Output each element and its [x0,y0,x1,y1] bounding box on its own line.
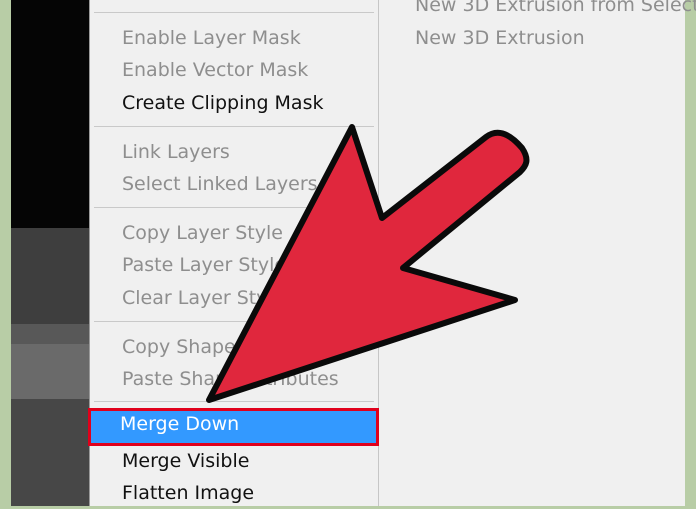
menu-item-merge-down[interactable]: Merge Down [88,408,379,446]
submenu-item-new-3d-extrusion-from-selection: New 3D Extrusion from Selecte [415,0,696,16]
layers-panel-strip [11,324,91,344]
menu-item-enable-vector-mask[interactable]: Enable Vector Mask [90,54,378,86]
menu-item-copy-layer-style[interactable]: Copy Layer Style [90,217,378,249]
menu-item-select-linked-layers[interactable]: Select Linked Layers [90,168,378,200]
menu-separator [94,12,374,13]
menu-item-link-layers[interactable]: Link Layers [90,136,378,168]
menu-item-paste-shape-attributes[interactable]: Paste Shape Attributes [90,363,378,395]
canvas-dark-area [11,0,91,228]
menu-item-merge-visible[interactable]: Merge Visible [90,445,378,477]
layer-context-menu: Enable Layer Mask Enable Vector Mask Cre… [88,0,379,509]
menu-item-enable-layer-mask[interactable]: Enable Layer Mask [90,22,378,54]
menu-separator [94,126,374,127]
menu-item-paste-layer-style[interactable]: Paste Layer Style [90,249,378,281]
menu-item-create-clipping-mask[interactable]: Create Clipping Mask [90,87,378,119]
menu-item-clear-layer-style[interactable]: Clear Layer Style [90,282,378,314]
menu-item-flatten-image[interactable]: Flatten Image [90,477,378,509]
menu-separator [94,401,374,402]
menu-separator [94,207,374,208]
layers-panel-strip [11,344,91,399]
layers-panel-strip [11,228,91,324]
submenu-item-new-3d-extrusion: New 3D Extrusion [415,27,585,49]
menu-item-copy-shape-attributes[interactable]: Copy Shape Attributes [90,331,378,363]
submenu-panel: New 3D Extrusion from Selecte New 3D Ext… [379,0,696,506]
menu-separator [94,321,374,322]
layers-panel-strip [11,399,91,506]
